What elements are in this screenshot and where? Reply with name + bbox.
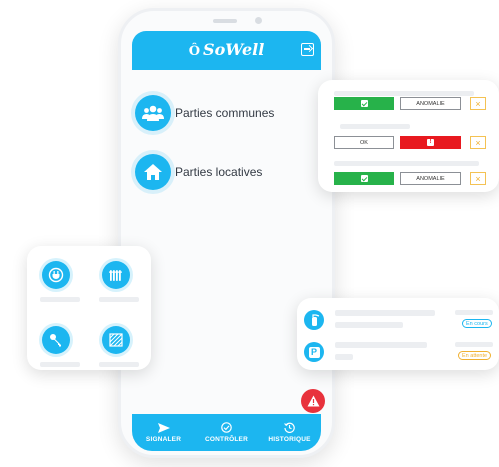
- placeholder-line: [335, 322, 403, 328]
- alert-icon: !: [427, 139, 434, 146]
- logout-icon[interactable]: [301, 43, 314, 56]
- status-badge: En attente: [458, 351, 492, 360]
- anomaly-selected-button[interactable]: !: [400, 136, 461, 149]
- category-parties-communes[interactable]: Parties communes: [135, 95, 274, 131]
- anomaly-button[interactable]: ANOMALIE: [400, 172, 461, 185]
- home-icon: [135, 154, 171, 190]
- placeholder-line: [99, 297, 139, 302]
- placeholder-line: [340, 124, 410, 129]
- category-parties-locatives[interactable]: Parties locatives: [135, 154, 262, 190]
- placeholder-line: [455, 342, 493, 347]
- status-list-card: En cours P En attente: [297, 298, 499, 370]
- extinguisher-icon: [304, 310, 324, 330]
- check-icon: [360, 175, 368, 182]
- tab-label: HISTORIQUE: [268, 436, 311, 443]
- check-circle-icon: [221, 422, 232, 433]
- parking-icon: P: [304, 342, 324, 362]
- placeholder-line: [40, 297, 80, 302]
- logo-text: SoWell: [203, 40, 265, 59]
- check-icon: [360, 100, 368, 107]
- tab-label: CONTRÔLER: [205, 436, 248, 443]
- placeholder-line: [455, 310, 493, 315]
- ok-button[interactable]: OK: [334, 136, 394, 149]
- anomaly-button[interactable]: ANOMALIE: [400, 97, 461, 110]
- logo-mark: Ô: [188, 44, 201, 59]
- parking-letter: P: [308, 346, 320, 358]
- placeholder-line: [335, 342, 427, 348]
- tab-signaler[interactable]: SIGNALER: [132, 414, 195, 451]
- send-icon: [157, 422, 170, 433]
- tab-label: SIGNALER: [145, 435, 182, 443]
- conform-button[interactable]: [334, 97, 394, 110]
- plug-icon[interactable]: [42, 261, 70, 289]
- radiator-icon[interactable]: [102, 261, 130, 289]
- app-logo: Ô SoWell: [132, 40, 321, 59]
- floor-icon[interactable]: [102, 326, 130, 354]
- phone-speaker: [213, 19, 237, 23]
- status-badge: En cours: [462, 319, 492, 328]
- close-icon[interactable]: ×: [470, 97, 486, 110]
- placeholder-line: [334, 161, 479, 166]
- placeholder-line: [335, 310, 435, 316]
- conform-button[interactable]: [334, 172, 394, 185]
- close-icon[interactable]: ×: [470, 172, 486, 185]
- phone-camera: [255, 17, 262, 24]
- close-icon[interactable]: ×: [470, 136, 486, 149]
- people-icon: [135, 95, 171, 131]
- placeholder-line: [99, 362, 139, 367]
- category-label: Parties locatives: [175, 165, 263, 179]
- tab-controler[interactable]: CONTRÔLER: [195, 414, 258, 451]
- category-label: Parties communes: [175, 106, 275, 120]
- placeholder-line: [40, 362, 80, 367]
- phone-frame: Ô SoWell Parties communes Parties locativ…: [118, 8, 335, 458]
- tab-historique[interactable]: HISTORIQUE: [258, 414, 321, 451]
- bottom-tab-bar: SIGNALER CONTRÔLER HISTORIQUE: [132, 414, 321, 451]
- report-alert-button[interactable]: [301, 389, 325, 413]
- placeholder-line: [334, 91, 474, 96]
- app-header: Ô SoWell: [132, 31, 321, 70]
- placeholder-line: [335, 354, 353, 360]
- warning-icon: [307, 395, 319, 407]
- history-icon: [284, 422, 295, 433]
- equipment-icons-card: [27, 246, 151, 370]
- key-icon[interactable]: [42, 326, 70, 354]
- control-checklist-card: ANOMALIE × OK ! × ANOMALIE ×: [318, 80, 499, 192]
